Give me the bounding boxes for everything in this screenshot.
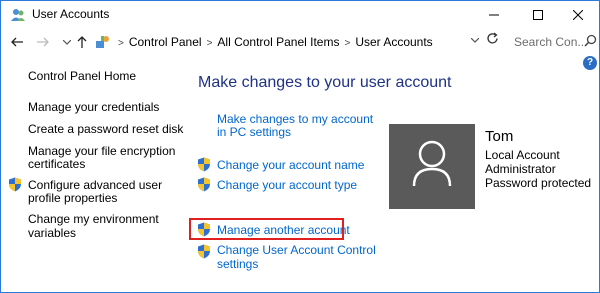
link-manage-another-account[interactable]: Manage another account (217, 223, 350, 238)
search-placeholder: Search Con... (514, 35, 588, 49)
up-button[interactable] (73, 32, 91, 52)
user-accounts-window: User Accounts > Control Panel > All Contr (0, 0, 600, 293)
breadcrumb-separator-icon: > (344, 38, 351, 49)
minimize-icon (489, 14, 499, 15)
maximize-icon (533, 9, 543, 20)
sidebar-item-manage-credentials[interactable]: Manage your credentials (28, 100, 159, 115)
minimize-button[interactable] (472, 1, 516, 28)
chevron-down-icon (63, 39, 71, 45)
user-account-kind: Local Account (485, 148, 560, 162)
uac-shield-icon (198, 177, 210, 192)
window-title: User Accounts (32, 7, 110, 21)
user-silhouette-icon (412, 140, 452, 187)
breadcrumb-all-items[interactable]: All Control Panel Items (217, 35, 339, 49)
forward-button[interactable] (34, 32, 52, 52)
page-title: Make changes to your user account (198, 74, 452, 91)
search-box[interactable]: Search Con... (508, 30, 599, 52)
sidebar-item-password-reset-disk[interactable]: Create a password reset disk (28, 122, 183, 137)
chevron-down-icon (470, 37, 480, 43)
link-uac-settings[interactable]: Change User Account Control (217, 243, 376, 258)
help-icon[interactable]: ? (583, 56, 597, 70)
uac-shield-icon (9, 177, 21, 192)
sidebar-item-advanced-profile-line2[interactable]: profile properties (28, 191, 117, 206)
avatar (389, 124, 475, 209)
user-account-role: Administrator (485, 162, 556, 176)
link-change-account-type[interactable]: Change your account type (217, 178, 357, 193)
breadcrumb-user-accounts[interactable]: User Accounts (355, 35, 432, 49)
refresh-icon (487, 32, 498, 44)
uac-shield-icon (198, 244, 210, 259)
forward-arrow-icon (37, 37, 49, 47)
search-icon (584, 34, 597, 47)
breadcrumb-separator-icon: > (206, 38, 213, 49)
up-arrow-icon (77, 36, 87, 48)
address-dropdown-button[interactable] (470, 35, 480, 45)
link-uac-settings-line2[interactable]: settings (217, 257, 258, 272)
breadcrumb-control-panel[interactable]: Control Panel (129, 35, 202, 49)
back-button[interactable] (8, 32, 26, 52)
refresh-button[interactable] (486, 32, 499, 48)
close-button[interactable] (556, 1, 600, 28)
breadcrumb-separator-icon: > (118, 38, 124, 49)
link-change-account-name[interactable]: Change your account name (217, 158, 364, 173)
sidebar-item-file-encryption-line2[interactable]: certificates (28, 157, 85, 172)
maximize-button[interactable] (516, 1, 560, 28)
sidebar-item-environment-variables-line2[interactable]: variables (28, 226, 76, 241)
sidebar-control-panel-home[interactable]: Control Panel Home (28, 69, 136, 84)
back-arrow-icon (11, 37, 23, 47)
link-pc-settings-line2[interactable]: in PC settings (217, 125, 291, 140)
user-password-status: Password protected (485, 176, 592, 190)
uac-shield-icon (198, 222, 210, 237)
title-bar[interactable]: User Accounts (1, 1, 599, 28)
control-panel-icon (96, 36, 109, 48)
user-accounts-app-icon (11, 9, 25, 21)
sidebar-item-environment-variables[interactable]: Change my environment (28, 212, 159, 227)
uac-shield-icon (198, 157, 210, 172)
close-icon (573, 9, 583, 20)
user-name: Tom (485, 128, 514, 145)
breadcrumb: > Control Panel > All Control Panel Items > U… (113, 35, 433, 49)
